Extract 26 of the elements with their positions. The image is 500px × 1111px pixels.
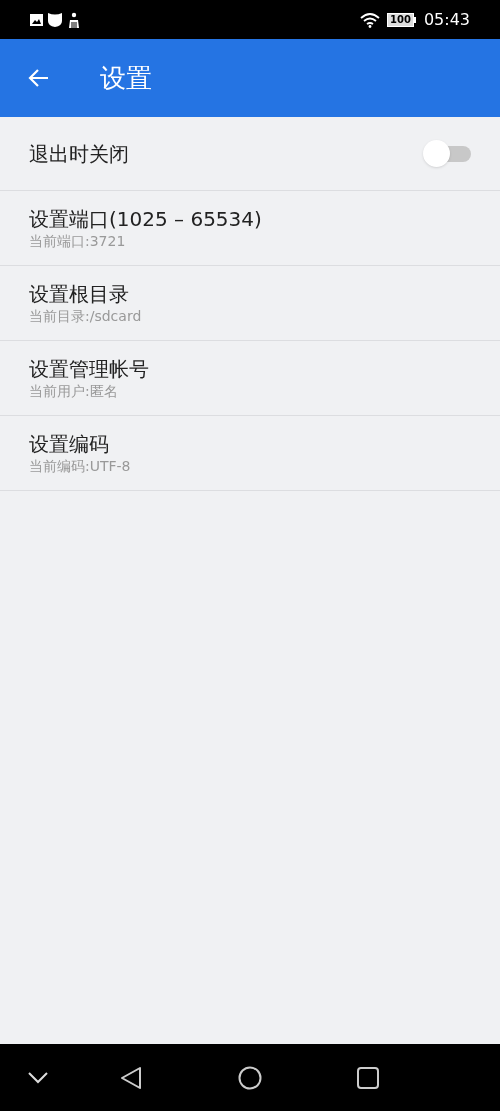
settings-item[interactable]: 设置编码 当前编码:UTF-8 [0, 416, 500, 491]
settings-item[interactable]: 设置管理帐号 当前用户:匿名 [0, 341, 500, 416]
setting-title: 设置根目录 [29, 281, 130, 307]
setting-value: 当前编码:UTF-8 [29, 457, 132, 475]
image-icon [30, 13, 43, 26]
setting-title: 设置端口(1025 – 65534) [29, 206, 263, 232]
back-icon[interactable] [120, 1066, 142, 1090]
recents-icon[interactable] [357, 1067, 379, 1089]
clock-time: 05:43 [423, 8, 470, 31]
setting-title: 退出时关闭 [29, 140, 130, 167]
chevron-down-icon[interactable] [28, 1072, 48, 1084]
shield-icon [47, 11, 63, 28]
back-arrow-icon[interactable] [28, 68, 50, 88]
settings-item[interactable]: 设置端口(1025 – 65534) 当前端口:3721 [0, 191, 500, 266]
setting-value: 当前目录:/sdcard [29, 307, 143, 325]
settings-item[interactable]: 设置根目录 当前目录:/sdcard [0, 266, 500, 341]
settings-item[interactable]: 退出时关闭 [0, 117, 500, 191]
home-icon[interactable] [238, 1066, 262, 1090]
wifi-icon [359, 11, 381, 28]
screen-title: 设置 [100, 61, 152, 95]
setting-title: 设置管理帐号 [29, 356, 150, 382]
setting-value: 当前端口:3721 [29, 232, 127, 250]
setting-value: 当前用户:匿名 [29, 382, 119, 400]
battery-icon: 100 [387, 12, 416, 27]
setting-title: 设置编码 [29, 431, 110, 457]
toggle-switch[interactable] [423, 139, 471, 168]
